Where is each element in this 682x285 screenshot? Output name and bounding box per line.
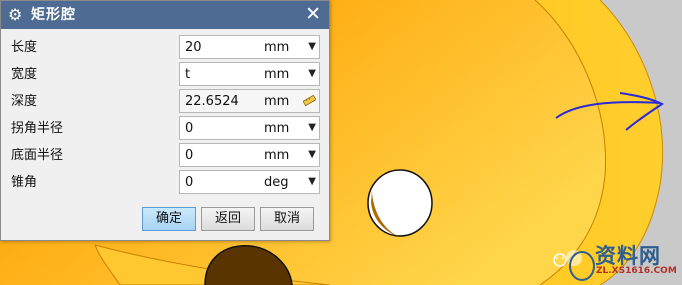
ok-button[interactable]: 确定: [142, 207, 196, 231]
floor-radius-label: 底面半径: [11, 148, 64, 163]
taper-angle-unit[interactable]: deg: [264, 174, 289, 191]
width-value[interactable]: t: [185, 66, 190, 83]
chevron-down-icon[interactable]: ▼: [308, 121, 316, 135]
width-unit[interactable]: mm: [264, 66, 289, 83]
back-button[interactable]: 返回: [201, 207, 255, 231]
dialog-title: 矩形腔: [31, 7, 76, 23]
field-row-floor-radius: 底面半径 0 mm ▼: [1, 142, 329, 169]
floor-radius-value[interactable]: 0: [185, 147, 193, 164]
length-unit[interactable]: mm: [264, 39, 289, 56]
hole: [367, 169, 433, 237]
taper-angle-field[interactable]: 0 deg ▼: [179, 170, 320, 194]
width-field[interactable]: t mm ▼: [179, 62, 320, 86]
floor-radius-field[interactable]: 0 mm ▼: [179, 143, 320, 167]
watermark-url: ZL.XS1616.COM: [596, 266, 677, 276]
field-row-width: 宽度 t mm ▼: [1, 61, 329, 88]
field-row-depth: 深度 22.6524 mm: [1, 88, 329, 115]
cancel-button[interactable]: 取消: [260, 207, 314, 231]
chevron-down-icon[interactable]: ▼: [308, 67, 316, 81]
length-label: 长度: [11, 40, 38, 55]
width-label: 宽度: [11, 67, 38, 82]
field-row-corner-radius: 拐角半径 0 mm ▼: [1, 115, 329, 142]
measure-icon[interactable]: [303, 95, 316, 106]
depth-field[interactable]: 22.6524 mm: [179, 89, 320, 113]
corner-radius-label: 拐角半径: [11, 121, 64, 136]
close-icon[interactable]: ✕: [305, 3, 321, 25]
length-value[interactable]: 20: [185, 39, 202, 56]
floor-radius-unit[interactable]: mm: [264, 147, 289, 164]
depth-label: 深度: [11, 94, 38, 109]
depth-value[interactable]: 22.6524: [185, 93, 239, 110]
taper-angle-value[interactable]: 0: [185, 174, 193, 191]
field-row-length: 长度 20 mm ▼: [1, 34, 329, 61]
length-field[interactable]: 20 mm ▼: [179, 35, 320, 59]
corner-radius-value[interactable]: 0: [185, 120, 193, 137]
chevron-down-icon[interactable]: ▼: [308, 175, 316, 189]
chevron-down-icon[interactable]: ▼: [308, 40, 316, 54]
corner-radius-unit[interactable]: mm: [264, 120, 289, 137]
gear-icon[interactable]: ⚙: [8, 4, 22, 26]
field-row-taper-angle: 锥角 0 deg ▼: [1, 169, 329, 196]
taper-angle-label: 锥角: [11, 175, 38, 190]
dialog-titlebar: ⚙ 矩形腔 ✕: [1, 1, 329, 29]
chevron-down-icon[interactable]: ▼: [308, 148, 316, 162]
depth-unit: mm: [264, 94, 290, 109]
rectangular-pocket-dialog: ⚙ 矩形腔 ✕ 长度 20 mm ▼ 宽度 t mm ▼ 深度 22.6524 …: [0, 0, 330, 241]
corner-radius-field[interactable]: 0 mm ▼: [179, 116, 320, 140]
